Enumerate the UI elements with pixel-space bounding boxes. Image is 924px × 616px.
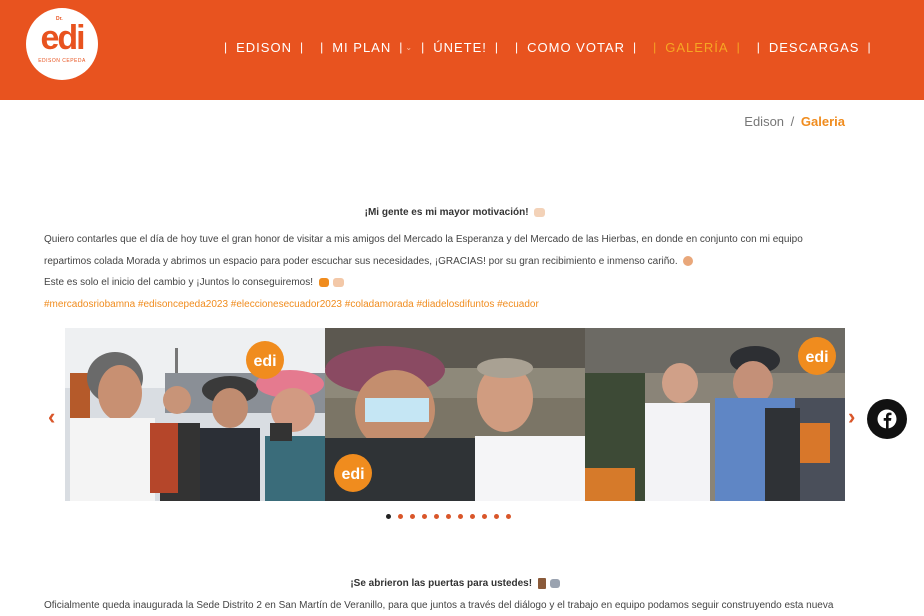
carousel-dot[interactable] (410, 514, 415, 519)
carousel-dot[interactable] (434, 514, 439, 519)
post-line: Quiero contarles que el día de hoy tuve … (44, 234, 803, 245)
carousel-dot[interactable] (506, 514, 511, 519)
post-hashtags[interactable]: #mercadosriobamna #edisoncepeda2023 #ele… (44, 294, 864, 316)
nav-item-unete[interactable]: | ÚNETE! | (413, 40, 507, 55)
logo-subtitle: EDISON CEPEDA (38, 58, 86, 64)
carousel-dot[interactable] (458, 514, 463, 519)
carousel-slide[interactable]: edi (325, 328, 585, 501)
facebook-icon (877, 409, 897, 429)
post-title: ¡Se abrieron las puertas para ustedes! (0, 578, 910, 589)
facebook-button[interactable] (867, 399, 907, 439)
post-body: Oficialmente queda inaugurada la Sede Di… (44, 600, 834, 611)
handshake-icon (332, 277, 344, 287)
edi-badge: edi (341, 466, 364, 483)
nav-item-label[interactable]: COMO VOTAR (527, 40, 625, 55)
post-body: Quiero contarles que el día de hoy tuve … (44, 229, 864, 315)
slide-photo: edi (325, 328, 585, 501)
breadcrumb: Edison / Galeria (744, 114, 845, 129)
smiling-face-icon (683, 255, 694, 266)
carousel-dot[interactable] (494, 514, 499, 519)
carousel-dot[interactable] (422, 514, 427, 519)
carousel-prev-button[interactable]: ‹ (48, 404, 55, 430)
nav-item-como-votar[interactable]: | COMO VOTAR | (507, 40, 645, 55)
nav-item-edison[interactable]: | EDISON | (216, 40, 312, 55)
photo-carousel[interactable]: edi edi edi (65, 328, 845, 501)
orange-heart-icon (318, 277, 329, 287)
post-line: repartimos colada Morada y abrimos un es… (44, 251, 864, 273)
logo-wordmark: edi (40, 19, 85, 57)
edi-badge: edi (253, 353, 276, 370)
slide-photo: edi (585, 328, 845, 501)
nav-item-label[interactable]: GALERÍA (665, 40, 728, 55)
breadcrumb-separator: / (790, 114, 795, 129)
site-header: Dr. edi EDISON CEPEDA | EDISON | | MI PL… (0, 0, 924, 100)
nav-item-label[interactable]: DESCARGAS (769, 40, 860, 55)
carousel-dot[interactable] (446, 514, 451, 519)
carousel-slide[interactable]: edi (65, 328, 325, 501)
chevron-down-icon[interactable]: ⌄ (405, 43, 413, 52)
carousel-dot[interactable] (386, 514, 391, 519)
slide-photo: edi (65, 328, 325, 501)
nav-item-label[interactable]: MI PLAN (332, 40, 391, 55)
carousel-dot[interactable] (398, 514, 403, 519)
arrows-icon (549, 579, 560, 588)
carousel-dot[interactable] (482, 514, 487, 519)
nav-item-mi-plan[interactable]: | MI PLAN | ⌄ (312, 40, 413, 55)
nav-item-label[interactable]: ÚNETE! (433, 40, 487, 55)
carousel-slide[interactable]: edi (585, 328, 845, 501)
door-icon (537, 578, 546, 589)
carousel-pagination (386, 514, 511, 519)
main-nav: | EDISON | | MI PLAN | ⌄ | ÚNETE! | | CO… (216, 38, 880, 56)
breadcrumb-current: Galeria (800, 114, 845, 129)
edi-badge: edi (805, 349, 828, 366)
nav-item-label[interactable]: EDISON (236, 40, 292, 55)
post-title: ¡Mi gente es mi mayor motivación! (0, 207, 910, 218)
post-line: Este es solo el inicio del cambio y ¡Jun… (44, 272, 864, 294)
nav-item-galeria[interactable]: | GALERÍA | (645, 40, 749, 55)
breadcrumb-home[interactable]: Edison (744, 114, 784, 129)
nav-item-descargas[interactable]: | DESCARGAS | (749, 40, 880, 55)
flexed-biceps-icon (534, 207, 546, 217)
carousel-next-button[interactable]: › (848, 404, 855, 430)
site-logo[interactable]: Dr. edi EDISON CEPEDA (26, 8, 98, 80)
carousel-dot[interactable] (470, 514, 475, 519)
